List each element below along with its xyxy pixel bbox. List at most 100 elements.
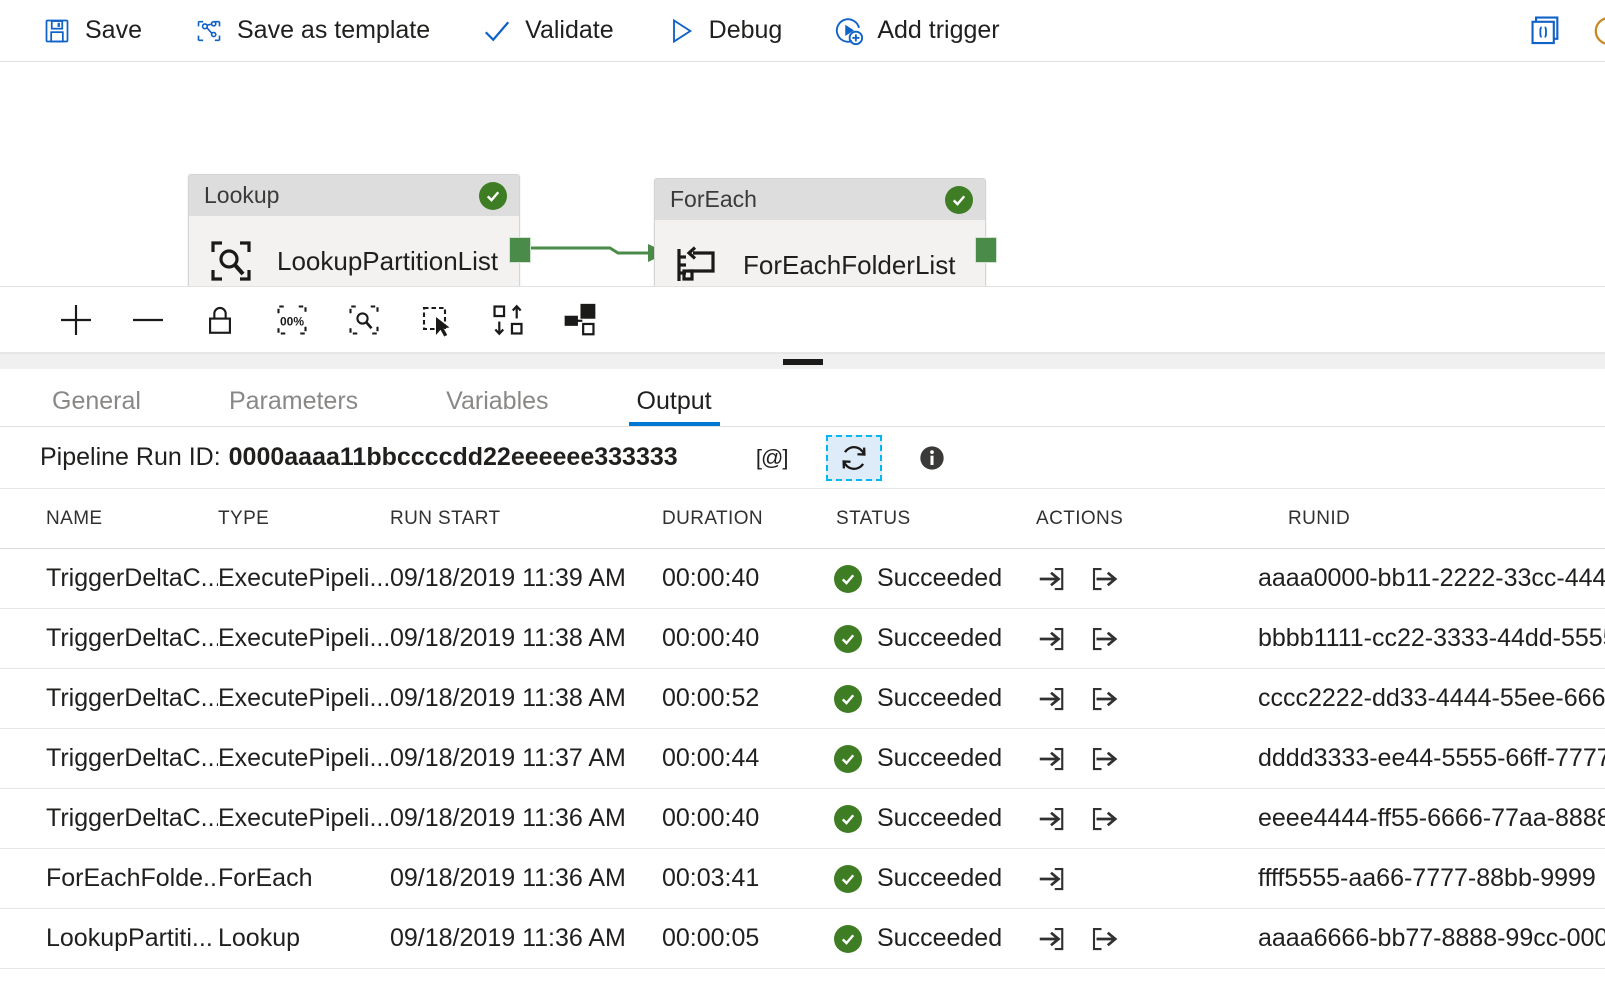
column-header-type[interactable]: TYPE [218, 508, 390, 530]
output-icon[interactable] [1089, 684, 1119, 714]
cell-name: ForEachFolde... [46, 864, 218, 893]
input-icon[interactable] [1036, 924, 1066, 954]
node-status-succeeded-icon [945, 186, 973, 214]
column-header-actions[interactable]: ACTIONS [1036, 508, 1258, 530]
node-header: ForEach [655, 179, 985, 220]
debug-button[interactable]: Debug [666, 16, 783, 46]
input-icon[interactable] [1036, 744, 1066, 774]
table-header-row: NAME TYPE RUN START DURATION STATUS ACTI… [0, 489, 1605, 549]
status-succeeded-icon [834, 745, 862, 773]
input-icon[interactable] [1036, 564, 1066, 594]
tab-general[interactable]: General [44, 389, 149, 426]
panel-splitter-handle[interactable] [0, 353, 1605, 369]
debug-label: Debug [709, 18, 783, 43]
status-label: Succeeded [877, 624, 1002, 653]
cell-status: Succeeded [834, 804, 1036, 833]
cell-name: TriggerDeltaC... [46, 804, 218, 833]
add-trigger-button[interactable]: Add trigger [834, 16, 999, 46]
status-label: Succeeded [877, 744, 1002, 773]
zoom-to-fit-icon[interactable] [328, 290, 400, 350]
table-row[interactable]: ForEachFolde... ForEach 09/18/2019 11:36… [0, 849, 1605, 909]
cell-actions [1036, 804, 1258, 834]
table-row[interactable]: TriggerDeltaC... ExecutePipeli... 09/18/… [0, 729, 1605, 789]
node-header: Lookup [189, 175, 519, 216]
status-label: Succeeded [877, 864, 1002, 893]
table-row[interactable]: TriggerDeltaC... ExecutePipeli... 09/18/… [0, 669, 1605, 729]
cell-status: Succeeded [834, 864, 1036, 893]
save-button[interactable]: Save [42, 16, 142, 46]
cell-runid: dddd3333-ee44-5555-66ff-7777 [1258, 744, 1605, 773]
marquee-select-icon[interactable] [400, 290, 472, 350]
cell-status: Succeeded [834, 744, 1036, 773]
cell-duration: 00:00:05 [662, 924, 834, 953]
lookup-magnifier-icon [207, 237, 255, 285]
output-icon[interactable] [1089, 564, 1119, 594]
cell-run-start: 09/18/2019 11:36 AM [390, 864, 662, 893]
code-braces-icon[interactable] [1529, 14, 1563, 48]
pipeline-run-id-label: Pipeline Run ID: [40, 443, 221, 472]
play-triangle-icon [666, 16, 696, 46]
lock-icon[interactable] [184, 290, 256, 350]
table-row[interactable]: TriggerDeltaC... ExecutePipeli... 09/18/… [0, 789, 1605, 849]
save-as-template-label: Save as template [237, 18, 430, 43]
column-header-name[interactable]: NAME [46, 508, 218, 530]
expression-at-icon[interactable]: [@] [744, 435, 800, 481]
column-header-runid[interactable]: RUNID [1258, 508, 1605, 530]
output-icon[interactable] [1089, 924, 1119, 954]
cell-run-start: 09/18/2019 11:39 AM [390, 564, 662, 593]
cell-runid: bbbb1111-cc22-3333-44dd-5555 [1258, 624, 1605, 653]
column-header-status[interactable]: STATUS [834, 508, 1036, 530]
cell-type: ForEach [218, 864, 390, 893]
cell-actions [1036, 924, 1258, 954]
properties-icon[interactable] [1589, 14, 1605, 48]
cell-type: ExecutePipeli... [218, 744, 390, 773]
auto-align-icon[interactable] [472, 290, 544, 350]
node-activity-name: LookupPartitionList [277, 246, 498, 277]
command-bar-right-icons [1529, 0, 1605, 62]
save-as-template-button[interactable]: Save as template [194, 16, 430, 46]
cell-type: ExecutePipeli... [218, 564, 390, 593]
node-body: ForEachFolderList [655, 220, 985, 287]
input-icon[interactable] [1036, 624, 1066, 654]
input-icon[interactable] [1036, 864, 1066, 894]
node-output-port[interactable] [975, 237, 997, 263]
status-label: Succeeded [877, 564, 1002, 593]
cell-run-start: 09/18/2019 11:38 AM [390, 684, 662, 713]
info-icon[interactable] [904, 435, 960, 481]
activity-node-lookup[interactable]: Lookup LookupPartitionList [188, 174, 520, 287]
status-succeeded-icon [834, 685, 862, 713]
node-output-port[interactable] [509, 237, 531, 263]
table-row[interactable]: LookupPartiti... Lookup 09/18/2019 11:36… [0, 909, 1605, 969]
tab-parameters[interactable]: Parameters [221, 389, 366, 426]
node-body: LookupPartitionList [189, 216, 519, 287]
tab-variables[interactable]: Variables [438, 389, 556, 426]
input-icon[interactable] [1036, 684, 1066, 714]
column-header-duration[interactable]: DURATION [662, 508, 834, 530]
table-row[interactable]: TriggerDeltaC... ExecutePipeli... 09/18/… [0, 549, 1605, 609]
input-icon[interactable] [1036, 804, 1066, 834]
pipeline-canvas[interactable]: Lookup LookupPartitionList [0, 62, 1605, 287]
status-succeeded-icon [834, 925, 862, 953]
cell-duration: 00:03:41 [662, 864, 834, 893]
tab-output[interactable]: Output [629, 389, 720, 426]
output-icon[interactable] [1089, 624, 1119, 654]
cell-run-start: 09/18/2019 11:38 AM [390, 624, 662, 653]
activity-node-foreach[interactable]: ForEach [654, 178, 986, 287]
cell-type: Lookup [218, 924, 390, 953]
cell-type: ExecutePipeli... [218, 624, 390, 653]
cell-status: Succeeded [834, 924, 1036, 953]
table-row[interactable]: TriggerDeltaC... ExecutePipeli... 09/18/… [0, 609, 1605, 669]
zoom-in-icon[interactable] [40, 290, 112, 350]
column-header-run-start[interactable]: RUN START [390, 508, 662, 530]
output-icon[interactable] [1089, 744, 1119, 774]
layout-icon[interactable] [544, 290, 616, 350]
canvas-toolbar: 00% [0, 287, 1605, 353]
refresh-icon[interactable] [826, 435, 882, 481]
validate-button[interactable]: Validate [482, 16, 614, 46]
zoom-100-percent-icon[interactable]: 00% [256, 290, 328, 350]
cell-runid: aaaa6666-bb77-8888-99cc-0000 [1258, 924, 1605, 953]
node-type-label: Lookup [204, 182, 479, 209]
output-icon[interactable] [1089, 804, 1119, 834]
cell-name: TriggerDeltaC... [46, 564, 218, 593]
zoom-out-icon[interactable] [112, 290, 184, 350]
